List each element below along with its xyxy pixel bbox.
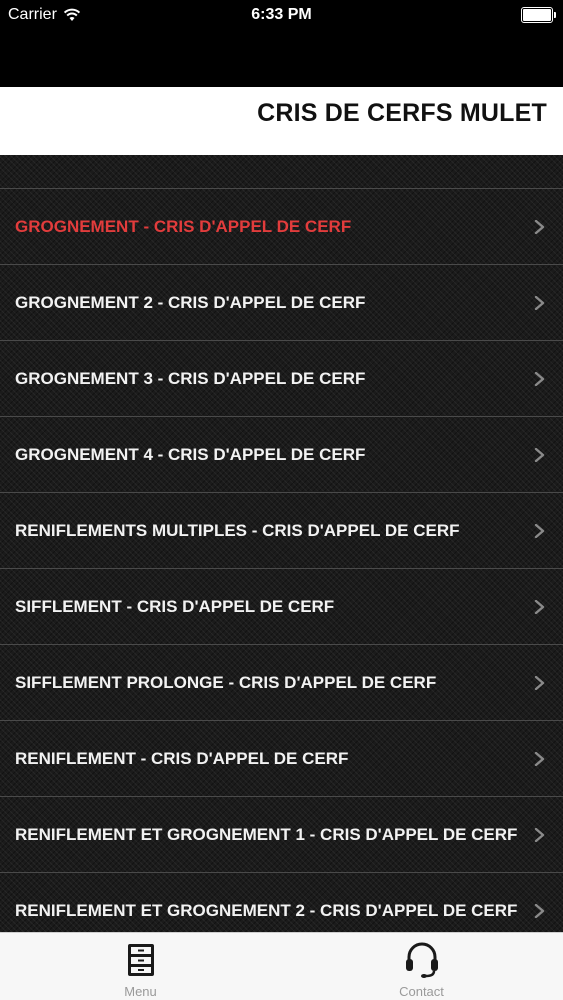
list-item-label: RENIFLEMENT - CRIS D'APPEL DE CERF — [15, 748, 349, 768]
filing-cabinet-icon — [127, 944, 154, 976]
list-item-label: RENIFLEMENT ET GROGNEMENT 1 - CRIS D'APP… — [15, 824, 518, 844]
tab-contact-label: Contact — [399, 984, 444, 999]
chevron-right-icon — [534, 599, 545, 614]
list-item[interactable]: SIFFLEMENT - CRIS D'APPEL DE CERF — [0, 569, 563, 645]
chevron-right-icon — [534, 219, 545, 234]
chevron-right-icon — [534, 903, 545, 918]
tab-contact[interactable]: Contact — [281, 933, 562, 1000]
status-bar: Carrier 6:33 PM — [0, 0, 563, 30]
tab-menu-label: Menu — [124, 984, 157, 999]
page-title: CRIS DE CERFS MULET — [257, 99, 547, 127]
list-item-label: SIFFLEMENT - CRIS D'APPEL DE CERF — [15, 596, 335, 616]
chevron-right-icon — [534, 675, 545, 690]
headset-icon — [405, 942, 438, 978]
list-item[interactable]: GROGNEMENT - CRIS D'APPEL DE CERF — [0, 189, 563, 265]
list-item[interactable]: GROGNEMENT 2 - CRIS D'APPEL DE CERF — [0, 265, 563, 341]
list-item[interactable]: GROGNEMENT 3 - CRIS D'APPEL DE CERF — [0, 341, 563, 417]
navigation-header: CRIS DE CERFS MULET — [0, 87, 563, 155]
list-item-label: SIFFLEMENT PROLONGE - CRIS D'APPEL DE CE… — [15, 672, 437, 692]
list-item[interactable]: GROGNEMENT 4 - CRIS D'APPEL DE CERF — [0, 417, 563, 493]
chevron-right-icon — [534, 827, 545, 842]
tab-menu[interactable]: Menu — [0, 933, 281, 1000]
chevron-right-icon — [534, 371, 545, 386]
list-item-label: GROGNEMENT - CRIS D'APPEL DE CERF — [15, 216, 352, 236]
list-item-label: RENIFLEMENT ET GROGNEMENT 2 - CRIS D'APP… — [15, 900, 518, 920]
chevron-right-icon — [534, 295, 545, 310]
list-item[interactable]: RENIFLEMENT ET GROGNEMENT 2 - CRIS D'APP… — [0, 873, 563, 932]
list-item-label: GROGNEMENT 3 - CRIS D'APPEL DE CERF — [15, 368, 366, 388]
list-item[interactable]: RENIFLEMENTS MULTIPLES - CRIS D'APPEL DE… — [0, 493, 563, 569]
battery-icon — [521, 7, 556, 23]
list-top-spacer — [0, 155, 563, 189]
chevron-right-icon — [534, 523, 545, 538]
status-time: 6:33 PM — [251, 6, 312, 23]
sound-list[interactable]: GROGNEMENT - CRIS D'APPEL DE CERF GROGNE… — [0, 155, 563, 932]
list-item[interactable]: RENIFLEMENT ET GROGNEMENT 1 - CRIS D'APP… — [0, 797, 563, 873]
chevron-right-icon — [534, 447, 545, 462]
tab-bar: Menu Contact — [0, 932, 563, 1000]
list-item[interactable]: SIFFLEMENT PROLONGE - CRIS D'APPEL DE CE… — [0, 645, 563, 721]
list-item-label: RENIFLEMENTS MULTIPLES - CRIS D'APPEL DE… — [15, 520, 460, 540]
list-item[interactable]: RENIFLEMENT - CRIS D'APPEL DE CERF — [0, 721, 563, 797]
chevron-right-icon — [534, 751, 545, 766]
list-item-label: GROGNEMENT 4 - CRIS D'APPEL DE CERF — [15, 444, 366, 464]
list-item-label: GROGNEMENT 2 - CRIS D'APPEL DE CERF — [15, 292, 366, 312]
